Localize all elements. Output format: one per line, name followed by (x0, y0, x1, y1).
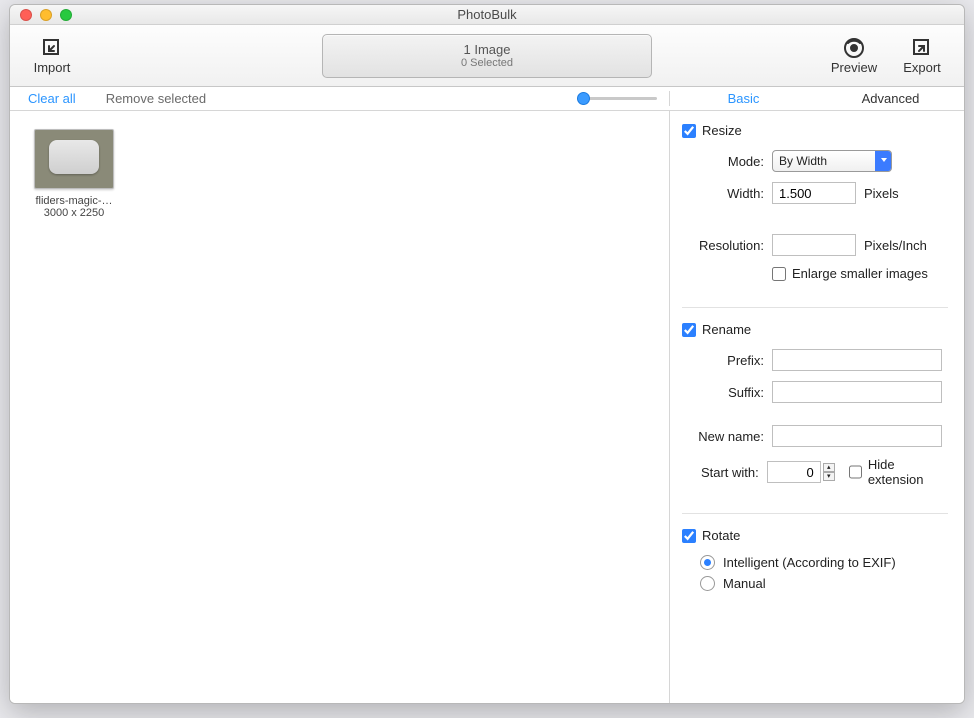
enlarge-checkbox-input[interactable] (772, 267, 786, 281)
thumb-filename: fliders-magic-… (28, 195, 120, 207)
radio-unchecked-icon (700, 576, 715, 591)
resize-checkbox-input[interactable] (682, 124, 696, 138)
width-input[interactable] (772, 182, 856, 204)
resize-title: Resize (702, 123, 742, 138)
close-window-button[interactable] (20, 9, 32, 21)
preview-button[interactable]: Preview (824, 36, 884, 75)
export-icon (910, 36, 934, 60)
newname-input[interactable] (772, 425, 942, 447)
tab-basic[interactable]: Basic (670, 87, 817, 111)
rename-checkbox-input[interactable] (682, 323, 696, 337)
rotate-intelligent-label: Intelligent (According to EXIF) (723, 555, 896, 570)
image-gallery[interactable]: fliders-magic-… 3000 x 2250 (10, 111, 670, 703)
width-label: Width: (682, 186, 772, 201)
mode-value: By Width (779, 154, 827, 168)
prefix-label: Prefix: (682, 353, 772, 368)
status-selected: 0 Selected (461, 57, 513, 69)
minimize-window-button[interactable] (40, 9, 52, 21)
resolution-label: Resolution: (682, 238, 772, 253)
rotate-checkbox-input[interactable] (682, 529, 696, 543)
main-area: fliders-magic-… 3000 x 2250 Resize Mode:… (10, 111, 964, 703)
suffix-input[interactable] (772, 381, 942, 403)
startwith-stepper[interactable]: ▴ ▾ (823, 463, 835, 481)
rotate-checkbox[interactable]: Rotate (682, 528, 948, 543)
settings-panel: Resize Mode: By Width Width: Pixels Reso… (670, 111, 964, 703)
import-label: Import (34, 60, 71, 75)
titlebar: PhotoBulk (10, 5, 964, 25)
gallery-actions: Clear all Remove selected (10, 91, 670, 106)
suffix-label: Suffix: (682, 385, 772, 400)
window-title: PhotoBulk (10, 7, 964, 22)
hideext-checkbox[interactable]: Hide extension (849, 457, 948, 487)
export-label: Export (903, 60, 941, 75)
traffic-lights (10, 9, 72, 21)
enlarge-label: Enlarge smaller images (792, 266, 928, 281)
import-icon (40, 36, 64, 60)
thumbnail-zoom-slider[interactable] (577, 97, 657, 100)
settings-tabs: Basic Advanced (670, 87, 964, 111)
resolution-unit: Pixels/Inch (864, 238, 927, 253)
preview-label: Preview (831, 60, 877, 75)
rotate-intelligent-radio[interactable]: Intelligent (According to EXIF) (700, 555, 948, 570)
resize-checkbox[interactable]: Resize (682, 123, 948, 138)
rotate-section: Rotate Intelligent (According to EXIF) M… (682, 528, 948, 591)
newname-label: New name: (682, 429, 772, 444)
startwith-label: Start with: (682, 465, 767, 480)
rename-title: Rename (702, 322, 751, 337)
preview-icon (842, 36, 866, 60)
tab-advanced[interactable]: Advanced (817, 87, 964, 111)
thumb-dimensions: 3000 x 2250 (28, 207, 120, 219)
zoom-window-button[interactable] (60, 9, 72, 21)
clear-all-link[interactable]: Clear all (28, 91, 76, 106)
width-unit: Pixels (864, 186, 899, 201)
rename-checkbox[interactable]: Rename (682, 322, 948, 337)
hideext-checkbox-input[interactable] (849, 465, 862, 479)
enlarge-checkbox[interactable]: Enlarge smaller images (772, 266, 928, 281)
status-pill: 1 Image 0 Selected (322, 34, 652, 78)
sub-toolbar: Clear all Remove selected Basic Advanced (10, 87, 964, 111)
toolbar: Import 1 Image 0 Selected Preview Export (10, 25, 964, 87)
thumb-image (34, 129, 114, 189)
remove-selected-link[interactable]: Remove selected (106, 91, 206, 106)
stepper-down-icon[interactable]: ▾ (823, 472, 835, 481)
mode-select[interactable]: By Width (772, 150, 892, 172)
status-count: 1 Image (464, 42, 511, 57)
resolution-input[interactable] (772, 234, 856, 256)
hideext-label: Hide extension (868, 457, 948, 487)
app-window: PhotoBulk Import 1 Image 0 Selected Prev… (9, 4, 965, 704)
stepper-up-icon[interactable]: ▴ (823, 463, 835, 472)
export-button[interactable]: Export (892, 36, 952, 75)
rotate-title: Rotate (702, 528, 740, 543)
startwith-input[interactable] (767, 461, 821, 483)
gallery-thumb[interactable]: fliders-magic-… 3000 x 2250 (28, 129, 120, 219)
import-button[interactable]: Import (22, 36, 82, 75)
rename-section: Rename Prefix: Suffix: New name: Start w… (682, 322, 948, 514)
resize-section: Resize Mode: By Width Width: Pixels Reso… (682, 123, 948, 308)
rotate-manual-label: Manual (723, 576, 766, 591)
mode-label: Mode: (682, 154, 772, 169)
rotate-manual-radio[interactable]: Manual (700, 576, 948, 591)
radio-checked-icon (700, 555, 715, 570)
prefix-input[interactable] (772, 349, 942, 371)
